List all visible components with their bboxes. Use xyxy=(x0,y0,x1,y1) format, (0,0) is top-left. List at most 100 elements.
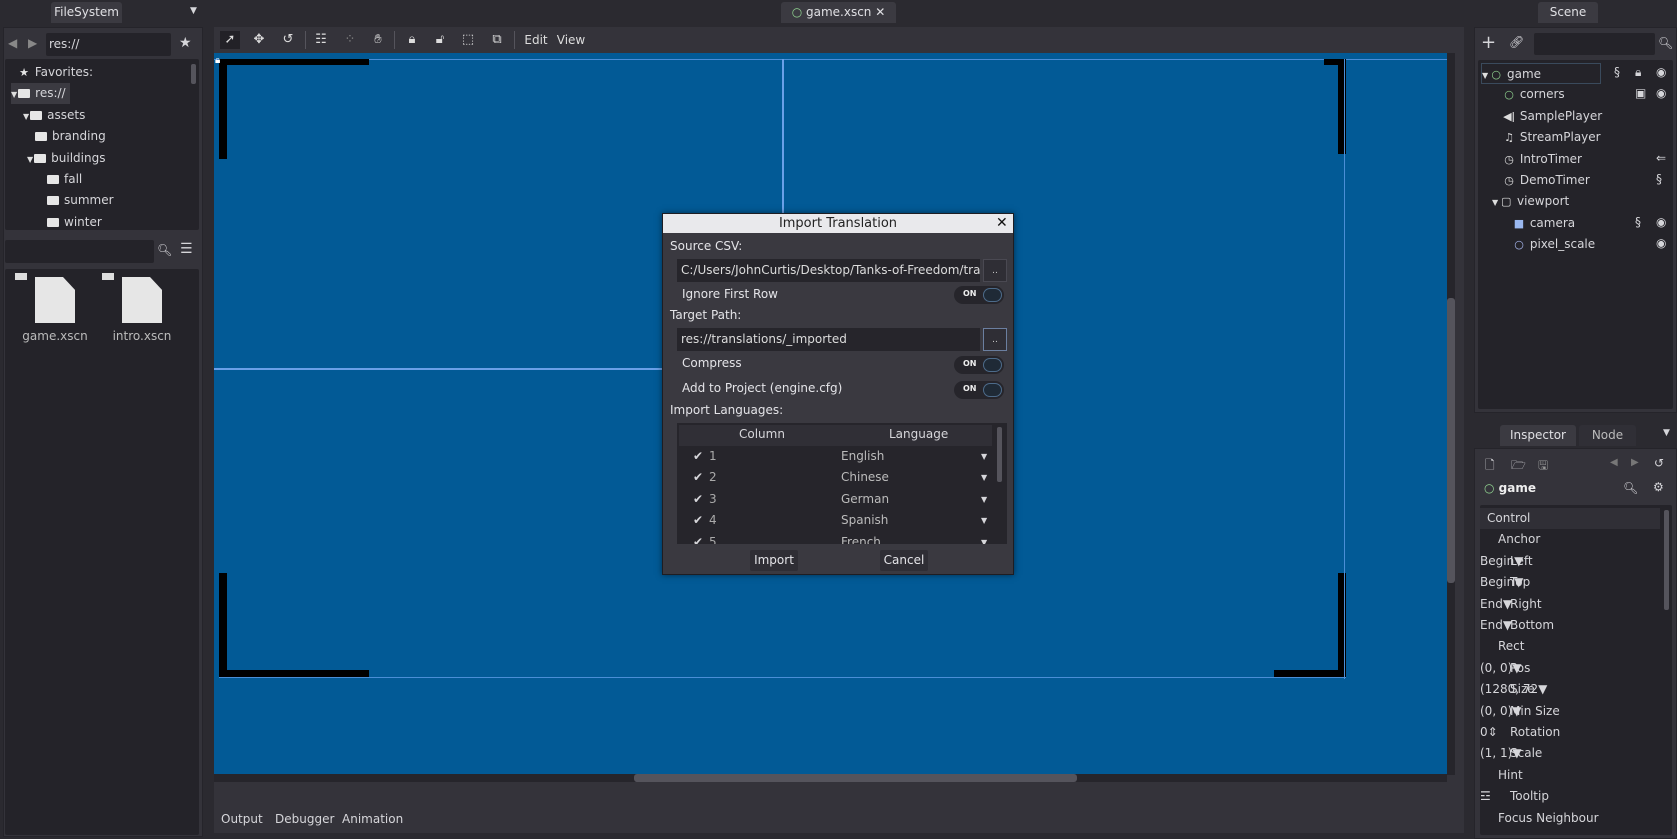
dropdown-arrow-icon[interactable]: ▼ xyxy=(981,532,987,544)
property-value[interactable]: 0 xyxy=(1480,725,1488,739)
expand-arrow-icon[interactable]: ▼ xyxy=(11,90,17,99)
property-row[interactable]: Size (1280, 72▼ xyxy=(1480,679,1660,700)
property-value[interactable]: (0, 0) xyxy=(1480,704,1512,718)
visibility-eye-icon[interactable]: ◉ xyxy=(1656,215,1666,229)
cancel-button[interactable]: Cancel xyxy=(880,550,928,571)
property-row[interactable]: Pos (0, 0)▼ xyxy=(1480,658,1660,679)
view-menu[interactable]: View xyxy=(555,31,587,49)
script-icon[interactable]: § xyxy=(1614,65,1620,79)
property-value[interactable]: (1, 1) xyxy=(1480,746,1512,760)
new-resource-icon[interactable]: 🗋 xyxy=(1485,456,1495,477)
instance-icon[interactable]: ▣ xyxy=(1635,86,1646,100)
lock-icon[interactable]: 🔒︎ xyxy=(1635,65,1641,80)
property-row[interactable]: Rect xyxy=(1480,636,1660,657)
back-icon[interactable]: ◀ xyxy=(8,36,17,50)
scene-node[interactable]: ▼ ▢ viewport xyxy=(1492,191,1569,212)
tree-item[interactable]: winter xyxy=(47,212,106,233)
edit-text-icon[interactable]: ☲ xyxy=(1480,789,1491,803)
add-to-project-toggle[interactable]: ON xyxy=(954,381,1004,399)
ignore-first-row-toggle[interactable]: ON xyxy=(954,286,1004,304)
signal-icon[interactable]: ⇐ xyxy=(1656,151,1666,165)
forward-icon[interactable]: ▶ xyxy=(28,36,37,50)
close-icon[interactable]: ✕ xyxy=(996,214,1008,233)
tree-item[interactable]: summer xyxy=(47,190,118,211)
language-select[interactable]: English xyxy=(841,446,884,467)
checkbox-checked-icon[interactable]: ✔ xyxy=(693,510,703,531)
table-scrollbar[interactable] xyxy=(997,427,1002,482)
dropdown-arrow-icon[interactable]: ▼ xyxy=(981,510,987,531)
select-tool-icon[interactable]: ➚ xyxy=(220,31,240,49)
visibility-eye-icon[interactable]: ◉ xyxy=(1656,65,1666,79)
checkbox-checked-icon[interactable]: ✔ xyxy=(693,532,703,544)
scene-node[interactable]: ○ corners xyxy=(1502,84,1564,105)
file-search-input[interactable] xyxy=(5,240,154,263)
file-item[interactable]: game.xscn xyxy=(15,273,95,353)
checkbox-checked-icon[interactable]: ✔ xyxy=(693,489,703,510)
ungroup-icon[interactable]: ⧉ xyxy=(487,31,507,49)
pan-hand-icon[interactable]: ✋︎ xyxy=(368,31,388,49)
tree-item[interactable]: fall xyxy=(47,169,86,190)
lock-icon[interactable]: 🔒︎ xyxy=(402,31,422,49)
vertical-scrollbar[interactable] xyxy=(1447,53,1455,775)
dropdown-arrow-icon[interactable]: ▼ xyxy=(981,446,987,467)
property-row[interactable]: Left Begin▼ xyxy=(1480,551,1660,572)
scene-node[interactable]: ○ pixel_scale xyxy=(1512,234,1595,255)
language-row[interactable]: ✔ 3 German ▼ xyxy=(679,489,992,510)
list-select-icon[interactable]: ☷ xyxy=(311,31,331,49)
edit-menu[interactable]: Edit xyxy=(521,31,551,49)
scene-node[interactable]: ◀ǀ SamplePlayer xyxy=(1502,106,1602,127)
dropdown-arrow-icon[interactable]: ▼ xyxy=(1538,682,1547,696)
horizontal-scrollbar[interactable] xyxy=(214,774,1447,782)
visibility-eye-icon[interactable]: ◉ xyxy=(1656,236,1666,250)
property-row[interactable]: Rotation 0⇕ xyxy=(1480,722,1660,743)
scene-node[interactable]: ◷ DemoTimer xyxy=(1502,170,1590,191)
instance-link-icon[interactable]: 🔗︎ xyxy=(1509,35,1524,49)
add-node-icon[interactable]: + xyxy=(1481,33,1496,53)
property-row[interactable]: Tooltip ☲ xyxy=(1480,786,1660,807)
property-value[interactable]: (0, 0) xyxy=(1480,661,1512,675)
list-view-icon[interactable]: ☰ xyxy=(180,241,193,257)
unlock-icon[interactable]: 🔓︎ xyxy=(430,31,450,49)
tab-node[interactable]: Node xyxy=(1579,425,1636,446)
tree-scrollbar[interactable] xyxy=(191,64,196,84)
dock-menu-icon[interactable]: ▼ xyxy=(1663,428,1670,438)
tab-game-xscn[interactable]: ○ game.xscn ✕ xyxy=(781,2,896,23)
open-folder-icon[interactable]: 🗁 xyxy=(1511,456,1526,477)
property-row[interactable]: Min Size (0, 0)▼ xyxy=(1480,701,1660,722)
expand-arrow-icon[interactable]: ▼ xyxy=(23,112,29,121)
checkbox-checked-icon[interactable]: ✔ xyxy=(693,467,703,488)
language-row[interactable]: ✔ 4 Spanish ▼ xyxy=(679,510,992,531)
target-browse-button[interactable]: .. xyxy=(983,328,1007,351)
language-select[interactable]: Spanish xyxy=(841,510,888,531)
import-button[interactable]: Import xyxy=(750,550,798,571)
spinner-icon[interactable]: ⇕ xyxy=(1488,725,1498,739)
property-row[interactable]: Focus Neighbour xyxy=(1480,808,1660,829)
close-tab-icon[interactable]: ✕ xyxy=(875,5,885,19)
property-value[interactable]: End xyxy=(1480,618,1503,632)
script-icon[interactable]: § xyxy=(1656,172,1662,186)
property-row[interactable]: Scale (1, 1)▼ xyxy=(1480,743,1660,764)
bottom-tab[interactable]: Animation xyxy=(342,812,403,826)
move-tool-icon[interactable]: ✥ xyxy=(249,31,269,49)
tree-item[interactable]: branding xyxy=(35,126,110,147)
property-row[interactable]: Bottom End▼ xyxy=(1480,615,1660,636)
language-row[interactable]: ✔ 2 Chinese ▼ xyxy=(679,467,992,488)
scene-node[interactable]: ▼ ○ game xyxy=(1481,63,1601,84)
source-browse-button[interactable]: .. xyxy=(983,259,1007,282)
property-row[interactable]: Right End▼ xyxy=(1480,594,1660,615)
property-row[interactable]: Anchor xyxy=(1480,529,1660,550)
checkbox-checked-icon[interactable]: ✔ xyxy=(693,446,703,467)
dropdown-arrow-icon[interactable]: ▼ xyxy=(981,489,987,510)
tab-filesystem[interactable]: FileSystem xyxy=(51,2,122,23)
compress-toggle[interactable]: ON xyxy=(954,356,1004,374)
dropdown-arrow-icon[interactable]: ▼ xyxy=(981,467,987,488)
property-row[interactable]: Top Begin▼ xyxy=(1480,572,1660,593)
visibility-eye-icon[interactable]: ◉ xyxy=(1656,86,1666,100)
scene-node[interactable]: ♫ StreamPlayer xyxy=(1502,127,1601,148)
file-item[interactable]: intro.xscn xyxy=(102,273,182,353)
property-row[interactable]: Hint xyxy=(1480,765,1660,786)
language-select[interactable]: French xyxy=(841,532,881,544)
tree-item[interactable]: ▼ buildings xyxy=(27,148,109,169)
rotate-tool-icon[interactable]: ↺ xyxy=(278,31,298,49)
path-input[interactable]: res:// xyxy=(46,33,171,56)
